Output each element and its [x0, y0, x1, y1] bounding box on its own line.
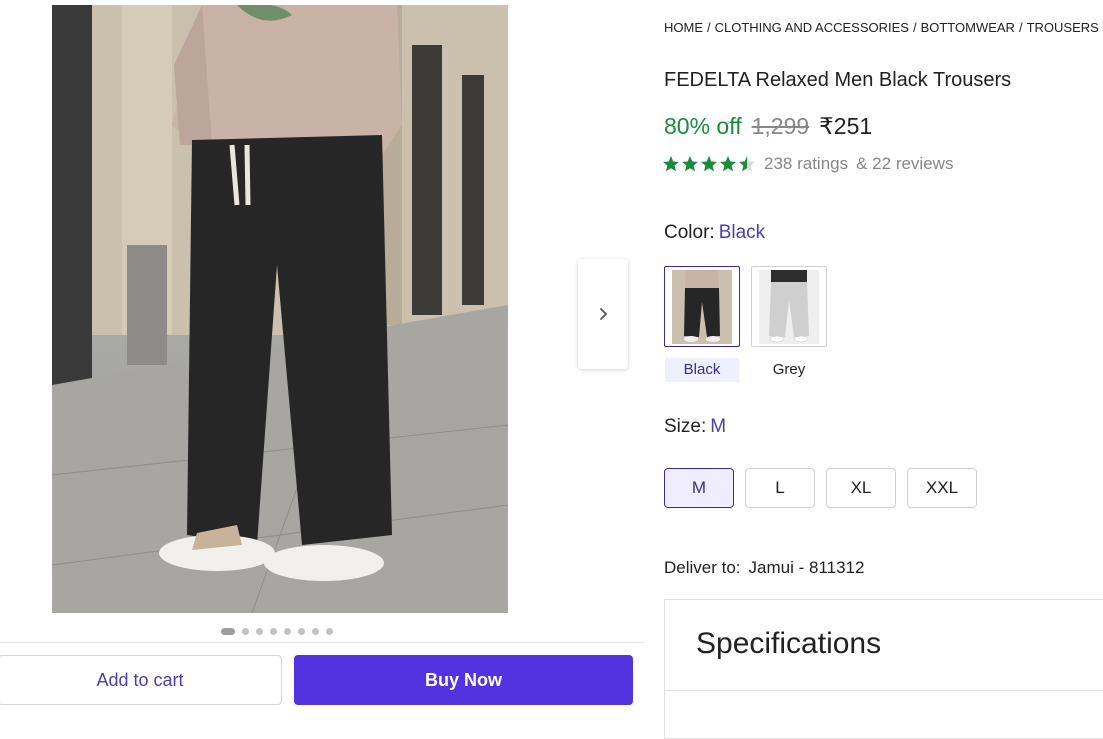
breadcrumb-item-clothing[interactable]: CLOTHING AND ACCESSORIES [715, 20, 909, 35]
next-image-button[interactable] [578, 259, 628, 369]
size-label: Size: M [664, 416, 726, 438]
star-icon [720, 156, 736, 172]
mrp-price: 1,299 [751, 113, 810, 139]
size-option-m[interactable]: M [664, 468, 734, 508]
size-option-xxl[interactable]: XXL [907, 468, 977, 508]
carousel-dot[interactable] [326, 627, 333, 635]
size-label-text: Size: [664, 416, 707, 437]
breadcrumb-item-trousers[interactable]: TROUSERS [1027, 20, 1099, 35]
specifications-title: Specifications [696, 627, 882, 660]
color-label: Color: Black [664, 222, 765, 244]
color-swatch-black[interactable] [664, 266, 740, 347]
color-label-text: Color: [664, 222, 715, 243]
specifications-card[interactable]: Specifications [664, 599, 1103, 739]
swatch-image-black [672, 269, 732, 344]
breadcrumb: HOME / CLOTHING AND ACCESSORIES / BOTTOMWEAR… [664, 20, 1103, 35]
selling-price: ₹251 [819, 113, 873, 139]
color-option-grey-label[interactable]: Grey [751, 358, 827, 382]
star-icon [701, 156, 717, 172]
color-option-black-label[interactable]: Black [665, 358, 739, 382]
reviews-count[interactable]: & 22 reviews [856, 154, 953, 174]
carousel-dot[interactable] [256, 627, 263, 635]
size-option-xl[interactable]: XL [826, 468, 896, 508]
star-icon [739, 156, 755, 172]
carousel-dot[interactable] [221, 627, 235, 635]
product-image[interactable] [52, 5, 508, 613]
ratings-count[interactable]: 238 ratings [764, 154, 848, 174]
discount-label: 80% off [664, 113, 742, 139]
breadcrumb-item-home[interactable]: HOME [664, 20, 703, 35]
size-option-l[interactable]: L [745, 468, 815, 508]
product-title: FEDELTA Relaxed Men Black Trousers [664, 69, 1012, 91]
delivery-label: Deliver to: [664, 558, 741, 577]
add-to-cart-button[interactable]: Add to cart [0, 655, 282, 705]
divider [665, 690, 1103, 691]
carousel-dots [221, 627, 333, 635]
size-selected-value: M [710, 416, 727, 437]
color-selected-value: Black [718, 222, 766, 243]
delivery-location[interactable]: Jamui - 811312 [749, 558, 865, 577]
color-swatch-grey[interactable] [751, 266, 827, 347]
price-row: 80% off 1,299 ₹251 [664, 113, 872, 140]
rating-stars [662, 155, 756, 173]
carousel-dot[interactable] [270, 627, 277, 635]
star-icon [682, 156, 698, 172]
carousel-dot[interactable] [284, 627, 291, 635]
carousel-dot[interactable] [312, 627, 319, 635]
breadcrumb-item-bottomwear[interactable]: BOTTOMWEAR [921, 20, 1015, 35]
rating-row[interactable]: 238 ratings & 22 reviews [662, 154, 953, 174]
delivery-info[interactable]: Deliver to: Jamui - 811312 [664, 558, 864, 578]
carousel-dot[interactable] [242, 627, 249, 635]
chevron-right-icon [600, 308, 608, 320]
carousel-dot[interactable] [298, 627, 305, 635]
swatch-image-grey [759, 269, 819, 344]
buy-now-button[interactable]: Buy Now [294, 655, 633, 705]
star-icon [663, 156, 679, 172]
